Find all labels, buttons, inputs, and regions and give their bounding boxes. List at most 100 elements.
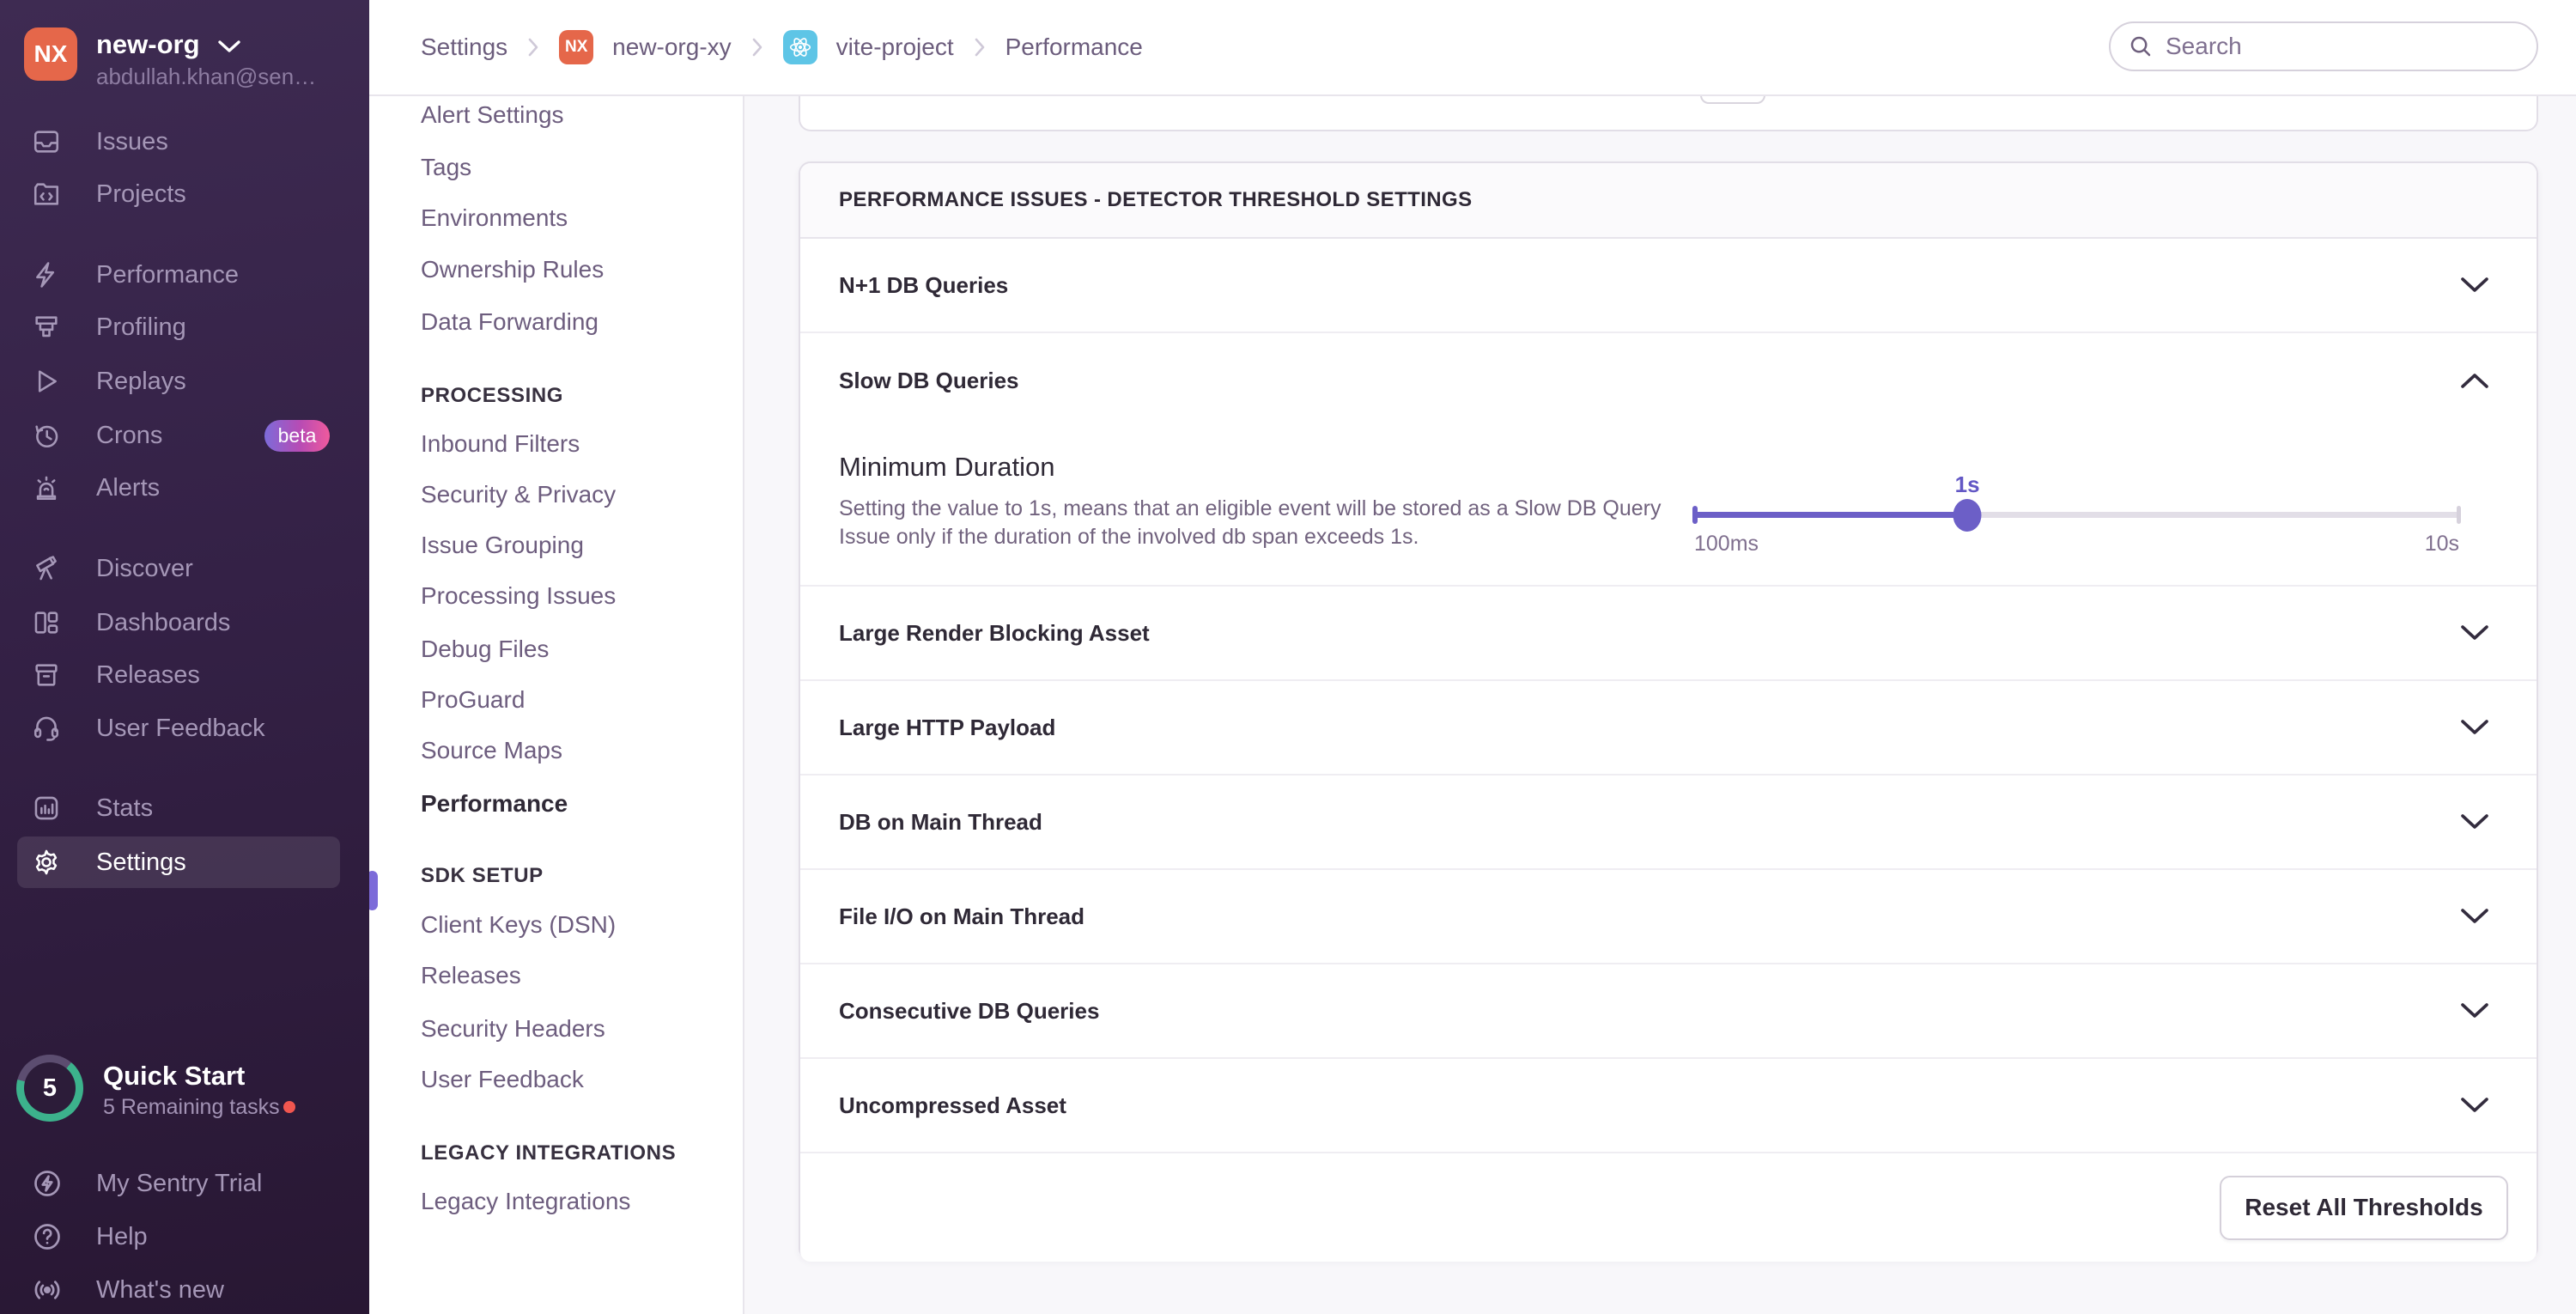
org-name: new-org: [96, 29, 200, 59]
slider-handle[interactable]: [1953, 498, 1982, 532]
sidebar-item-stats[interactable]: Stats: [31, 782, 357, 834]
quickstart-title: Quick Start: [103, 1061, 246, 1091]
sidebar-item-user-feedback[interactable]: User Feedback: [31, 703, 357, 754]
sidebar-item-label: Help: [96, 1222, 148, 1250]
sidebar-item-label: Dashboards: [96, 608, 231, 636]
sidebar-item-settings[interactable]: Settings: [17, 836, 340, 888]
sidebar-item-issues[interactable]: Issues: [31, 116, 357, 167]
settings-nav-header-legacy: LEGACY INTEGRATIONS: [421, 1141, 677, 1165]
detector-row-db-on-main-thread[interactable]: DB on Main Thread: [800, 776, 2537, 870]
slider-track[interactable]: [1692, 498, 2461, 532]
settings-nav-performance[interactable]: Performance: [421, 790, 568, 818]
lightning-icon: [31, 259, 62, 290]
sidebar-item-label: Replays: [96, 367, 186, 395]
quickstart-panel[interactable]: 5 Quick Start 5 Remaining tasks: [0, 1055, 369, 1132]
sidebar-item-label: What's new: [96, 1275, 224, 1304]
sidebar-item-whats-new[interactable]: What's new: [31, 1265, 357, 1314]
detector-row-n1-db-queries[interactable]: N+1 DB Queries: [800, 239, 2537, 333]
chevron-right-icon: [526, 36, 540, 58]
sidebar-item-crons[interactable]: Crons beta: [31, 410, 357, 461]
topbar: Settings NX new-org-xy vite-project Perf…: [369, 0, 2576, 96]
sidebar-item-alerts[interactable]: Alerts: [31, 462, 357, 514]
sidebar-item-releases[interactable]: Releases: [31, 649, 357, 701]
issues-icon: [31, 126, 62, 157]
settings-nav-security-privacy[interactable]: Security & Privacy: [421, 481, 616, 508]
search-box[interactable]: [2109, 21, 2538, 71]
quickstart-progress-ring: 5: [16, 1055, 83, 1122]
settings-nav-environments[interactable]: Environments: [421, 204, 568, 232]
sidebar-item-projects[interactable]: Projects: [31, 168, 357, 220]
main-sidebar: NX new-org abdullah.khan@sen… Issues Pro…: [0, 0, 369, 1314]
settings-nav-source-maps[interactable]: Source Maps: [421, 737, 562, 764]
settings-nav-ownership-rules[interactable]: Ownership Rules: [421, 256, 604, 283]
headset-icon: [31, 713, 62, 744]
settings-nav-issue-grouping[interactable]: Issue Grouping: [421, 532, 584, 559]
settings-nav-inbound-filters[interactable]: Inbound Filters: [421, 430, 580, 458]
detector-row-uncompressed-asset[interactable]: Uncompressed Asset: [800, 1059, 2537, 1153]
sidebar-item-label: Issues: [96, 127, 168, 155]
org-chip[interactable]: NX: [559, 30, 594, 64]
detector-row-large-render-blocking-asset[interactable]: Large Render Blocking Asset: [800, 587, 2537, 681]
settings-nav-client-keys[interactable]: Client Keys (DSN): [421, 911, 616, 939]
detector-row-slow-db-queries[interactable]: Slow DB Queries: [800, 333, 2537, 428]
panel-footer: Reset All Thresholds: [800, 1153, 2537, 1262]
quickstart-count: 5: [24, 1062, 76, 1114]
settings-nav-proguard[interactable]: ProGuard: [421, 686, 525, 714]
chevron-down-icon: [2460, 624, 2489, 642]
slow-db-queries-settings: Minimum Duration Setting the value to 1s…: [800, 428, 2537, 587]
breadcrumb-project[interactable]: vite-project: [836, 33, 954, 61]
detector-row-file-io-on-main-thread[interactable]: File I/O on Main Thread: [800, 870, 2537, 964]
react-project-icon[interactable]: [782, 30, 817, 64]
telescope-icon: [31, 553, 62, 584]
sidebar-item-label: User Feedback: [96, 714, 265, 742]
breadcrumb-page: Performance: [1005, 33, 1143, 60]
chevron-up-icon: [2460, 372, 2489, 389]
org-switcher[interactable]: NX new-org abdullah.khan@sen…: [0, 0, 369, 94]
sidebar-item-replays[interactable]: Replays: [31, 356, 357, 407]
sidebar-item-discover[interactable]: Discover: [31, 543, 357, 594]
reset-all-thresholds-button[interactable]: Reset All Thresholds: [2220, 1175, 2508, 1240]
chevron-down-icon: [2460, 813, 2489, 830]
slider-start-tick: [1692, 506, 1698, 524]
chevron-down-icon: [2460, 1002, 2489, 1019]
settings-nav-header-sdk-setup: SDK SETUP: [421, 864, 544, 887]
settings-nav-legacy-integrations[interactable]: Legacy Integrations: [421, 1188, 630, 1215]
settings-nav-processing-issues[interactable]: Processing Issues: [421, 582, 616, 610]
sidebar-item-label: Alerts: [96, 473, 161, 502]
settings-nav-tags[interactable]: Tags: [421, 154, 471, 181]
dashboards-icon: [31, 607, 62, 638]
sidebar-item-my-sentry-trial[interactable]: My Sentry Trial: [31, 1159, 357, 1208]
settings-nav-user-feedback[interactable]: User Feedback: [421, 1066, 584, 1093]
sidebar-item-label: Crons: [96, 421, 163, 449]
help-icon: [31, 1220, 64, 1253]
detector-threshold-panel: PERFORMANCE ISSUES - DETECTOR THRESHOLD …: [799, 161, 2538, 1262]
org-email: abdullah.khan@sen…: [96, 64, 317, 89]
search-input[interactable]: [2166, 33, 2509, 60]
settings-nav-header-processing: PROCESSING: [421, 384, 564, 407]
breadcrumb-settings[interactable]: Settings: [421, 33, 507, 61]
notification-dot: [283, 1101, 295, 1113]
settings-nav-data-forwarding[interactable]: Data Forwarding: [421, 308, 598, 336]
previous-panel-cutoff: [799, 94, 2538, 131]
settings-nav-debug-files[interactable]: Debug Files: [421, 636, 549, 663]
breadcrumb-org[interactable]: new-org-xy: [612, 33, 731, 61]
detector-row-consecutive-db-queries[interactable]: Consecutive DB Queries: [800, 964, 2537, 1059]
sidebar-item-label: Profiling: [96, 313, 186, 341]
chevron-down-icon: [2460, 719, 2489, 736]
settings-nav-alert-settings[interactable]: Alert Settings: [421, 101, 564, 129]
breadcrumb: Settings NX new-org-xy vite-project Perf…: [421, 0, 1143, 94]
setting-description: Setting the value to 1s, means that an e…: [839, 496, 1662, 549]
settings-nav-releases[interactable]: Releases: [421, 962, 521, 989]
chevron-down-icon: [2460, 1097, 2489, 1114]
sidebar-item-label: Stats: [96, 794, 154, 822]
sidebar-item-profiling[interactable]: Profiling: [31, 301, 357, 353]
broadcast-icon: [31, 1274, 64, 1306]
detector-row-large-http-payload[interactable]: Large HTTP Payload: [800, 681, 2537, 776]
sidebar-item-performance[interactable]: Performance: [31, 249, 357, 301]
sidebar-item-dashboards[interactable]: Dashboards: [31, 597, 357, 648]
slider-fill: [1694, 512, 1968, 518]
play-icon: [31, 366, 62, 397]
sidebar-item-help[interactable]: Help: [31, 1212, 357, 1262]
settings-nav-security-headers[interactable]: Security Headers: [421, 1015, 605, 1043]
panel-title: PERFORMANCE ISSUES - DETECTOR THRESHOLD …: [839, 188, 1473, 211]
